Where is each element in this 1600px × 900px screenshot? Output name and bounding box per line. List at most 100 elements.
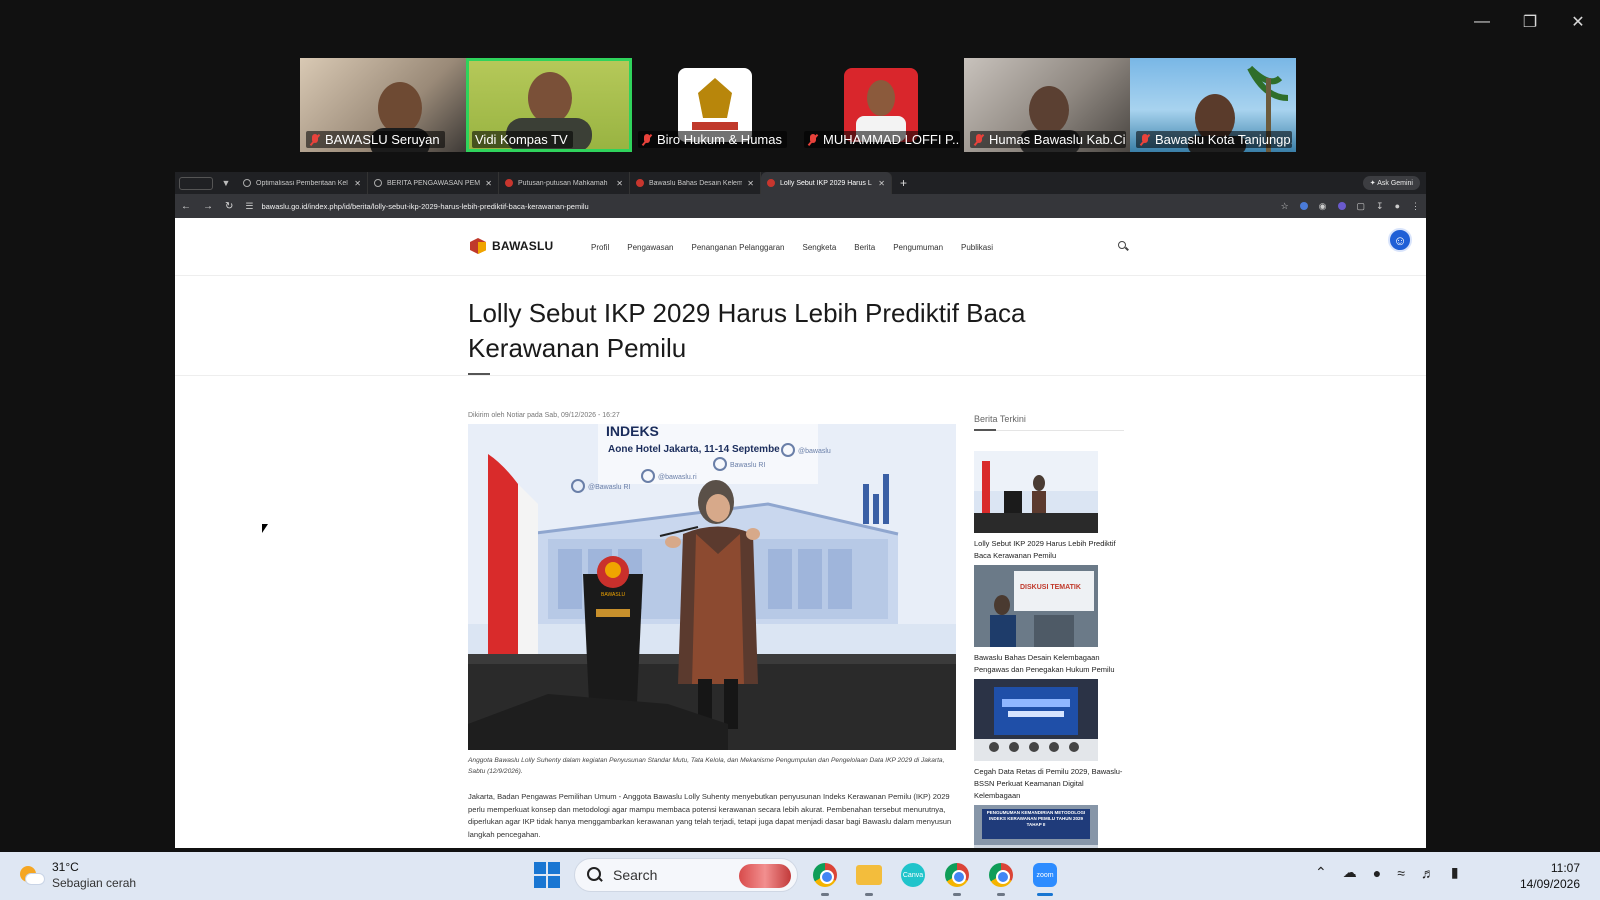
nav-item-pengawasan[interactable]: Pengawasan xyxy=(627,243,673,252)
browser-tab[interactable]: Bawaslu Bahas Desain Kelem ✕ xyxy=(630,172,761,194)
ask-gemini-button[interactable]: ✦ Ask Gemini xyxy=(1362,176,1420,190)
participant-name: Vidi Kompas TV xyxy=(472,131,573,148)
extension-icon[interactable] xyxy=(1299,202,1308,210)
accessibility-icon[interactable]: ☺ xyxy=(1388,228,1412,252)
puzzle-icon[interactable]: ▢ xyxy=(1357,201,1366,212)
back-icon[interactable]: ← xyxy=(181,201,191,212)
windows-taskbar: 31°C Sebagian cerah Search Canva zoom ⌃ … xyxy=(0,852,1600,900)
reload-icon[interactable]: ↻ xyxy=(225,201,233,212)
news-thumbnail[interactable]: DISKUSI TEMATIK xyxy=(974,565,1098,647)
page-title: Lolly Sebut IKP 2029 Harus Lebih Predikt… xyxy=(468,298,1026,363)
news-thumbnail[interactable] xyxy=(974,451,1098,533)
bawaslu-logo[interactable]: BAWASLU xyxy=(468,236,553,256)
participant-tile[interactable]: Biro Hukum & Humas xyxy=(632,58,798,152)
windows-start-icon[interactable] xyxy=(530,858,564,892)
news-title[interactable]: Bawaslu Bahas Desain Kelembagaan Pengawa… xyxy=(974,652,1124,676)
taskbar-search[interactable]: Search xyxy=(574,858,798,892)
extension-icon[interactable] xyxy=(1337,202,1346,210)
cloud-off-icon[interactable]: ☁ xyxy=(1343,864,1357,881)
tab-close-icon[interactable]: ✕ xyxy=(485,179,492,188)
forward-icon[interactable]: → xyxy=(203,201,213,212)
browser-tab[interactable]: BERITA PENGAWASAN PEMI ✕ xyxy=(368,172,499,194)
mic-muted-icon xyxy=(1139,133,1151,146)
nav-item-publikasi[interactable]: Publikasi xyxy=(961,243,993,252)
article-header: Lolly Sebut IKP 2029 Harus Lebih Predikt… xyxy=(468,296,1088,366)
taskbar-app-chrome-alt[interactable] xyxy=(984,858,1018,896)
news-item[interactable]: Cegah Data Retas di Pemilu 2029, Bawaslu… xyxy=(974,679,1124,802)
search-icon[interactable] xyxy=(1117,240,1129,252)
site-info-icon[interactable]: ☰ xyxy=(245,201,253,212)
new-tab-button[interactable]: + xyxy=(900,176,907,190)
nav-item-profil[interactable]: Profil xyxy=(591,243,609,252)
minimize-icon[interactable]: — xyxy=(1470,10,1494,34)
bookmark-star-icon[interactable]: ☆ xyxy=(1281,201,1289,212)
nav-item-pengumuman[interactable]: Pengumuman xyxy=(893,243,943,252)
bawaslu-webpage: BAWASLU Profil Pengawasan Penanganan Pel… xyxy=(175,218,1426,848)
banner-venue: Aone Hotel Jakarta, 11-14 Septembe xyxy=(608,444,780,455)
partly-cloudy-icon xyxy=(18,862,44,888)
news-thumbnail[interactable]: PENGUMUMAN KEMANDIRIAN METODOLOGI INDEKS… xyxy=(974,805,1098,848)
chevron-down-icon[interactable]: ▼ xyxy=(219,176,233,190)
news-thumbnail-image xyxy=(974,451,1098,533)
tab-close-icon[interactable]: ✕ xyxy=(747,179,754,188)
news-thumbnail[interactable] xyxy=(974,679,1098,761)
address-bar[interactable]: ☰ bawaslu.go.id/index.php/id/berita/loll… xyxy=(245,197,1268,215)
browser-tab-bar: ▼ Optimalisasi Pemberitaan Kel ✕ BERITA P… xyxy=(175,172,1426,194)
profile-avatar-icon[interactable]: ● xyxy=(1395,201,1400,211)
banner-heading: INDEKS xyxy=(606,424,659,439)
photo-caption: Anggota Bawaslu Lolly Suhenty dalam kegi… xyxy=(468,757,945,775)
wifi-icon[interactable]: ≈ xyxy=(1397,865,1405,881)
taskbar-clock[interactable]: 11:07 14/09/2026 xyxy=(1520,860,1580,892)
mic-muted-icon xyxy=(973,133,985,146)
tab-search-button[interactable] xyxy=(179,176,213,190)
news-title[interactable]: Lolly Sebut IKP 2029 Harus Lebih Predikt… xyxy=(974,538,1124,562)
taskbar-app-canva[interactable]: Canva xyxy=(896,858,930,892)
chevron-up-icon[interactable]: ⌃ xyxy=(1315,864,1327,881)
globe-icon xyxy=(374,179,382,187)
restore-icon[interactable]: ❐ xyxy=(1518,10,1542,34)
menu-kebab-icon[interactable]: ⋮ xyxy=(1411,201,1420,212)
tab-close-icon[interactable]: ✕ xyxy=(354,179,361,188)
thumbnail-text: DISKUSI TEMATIK xyxy=(1020,584,1081,591)
participant-tile[interactable]: Humas Bawaslu Kab.Ci... xyxy=(964,58,1130,152)
sidebar-heading: Berita Terkini xyxy=(974,414,1124,431)
download-icon[interactable]: ↧ xyxy=(1376,201,1384,212)
news-item[interactable]: Lolly Sebut IKP 2029 Harus Lebih Predikt… xyxy=(974,451,1124,562)
window-controls: — ❐ ✕ xyxy=(1470,10,1590,34)
nav-item-sengketa[interactable]: Sengketa xyxy=(802,243,836,252)
canva-icon: Canva xyxy=(901,863,925,887)
nav-item-penanganan-pelanggaran[interactable]: Penanganan Pelanggaran xyxy=(692,243,785,252)
microphone-location-icon[interactable]: ● xyxy=(1373,865,1381,881)
news-item[interactable]: DISKUSI TEMATIK Bawaslu Bahas Desain Kel… xyxy=(974,565,1124,676)
shared-browser-window: ▼ Optimalisasi Pemberitaan Kel ✕ BERITA P… xyxy=(175,172,1426,848)
article-photo: INDEKS Aone Hotel Jakarta, 11-14 Septemb… xyxy=(468,424,956,750)
taskbar-app-chrome-profile[interactable] xyxy=(940,858,974,896)
close-icon[interactable]: ✕ xyxy=(1566,10,1590,34)
weather-widget[interactable]: 31°C Sebagian cerah xyxy=(18,859,136,891)
news-title[interactable]: Cegah Data Retas di Pemilu 2029, Bawaslu… xyxy=(974,766,1124,802)
volume-icon[interactable]: ♬ xyxy=(1421,865,1435,881)
taskbar-app-chrome[interactable] xyxy=(808,858,842,896)
taskbar-app-file-explorer[interactable] xyxy=(852,858,886,896)
banner-handle: @bawaslu xyxy=(798,448,831,455)
battery-icon[interactable]: ▮ xyxy=(1451,864,1459,881)
participant-tile-active-speaker[interactable]: Vidi Kompas TV xyxy=(466,58,632,152)
browser-tab[interactable]: Putusan-putusan Mahkamah ✕ xyxy=(499,172,630,194)
nav-item-berita[interactable]: Berita xyxy=(854,243,875,252)
camera-extension-icon[interactable]: ◉ xyxy=(1319,201,1327,212)
globe-icon xyxy=(243,179,251,187)
participant-name: Bawaslu Kota Tanjungp... xyxy=(1136,131,1292,148)
participant-tile[interactable]: MUHAMMAD LOFFI P... xyxy=(798,58,964,152)
chrome-icon xyxy=(813,863,837,887)
participant-tile[interactable]: Bawaslu Kota Tanjungp... xyxy=(1130,58,1296,152)
file-explorer-icon xyxy=(856,865,882,885)
tab-close-icon[interactable]: ✕ xyxy=(616,179,623,188)
system-tray: ⌃ ☁ ● ≈ ♬ ▮ xyxy=(1315,864,1459,881)
participant-tile[interactable]: BAWASLU Seruyan xyxy=(300,58,466,152)
clock-date: 14/09/2026 xyxy=(1519,877,1580,891)
browser-tab[interactable]: Optimalisasi Pemberitaan Kel ✕ xyxy=(237,172,368,194)
browser-tab-active[interactable]: Lolly Sebut IKP 2029 Harus L ✕ xyxy=(761,172,892,194)
tab-close-icon[interactable]: ✕ xyxy=(878,179,885,188)
news-item[interactable]: PENGUMUMAN KEMANDIRIAN METODOLOGI INDEKS… xyxy=(974,805,1124,848)
taskbar-app-zoom[interactable]: zoom xyxy=(1028,858,1062,896)
